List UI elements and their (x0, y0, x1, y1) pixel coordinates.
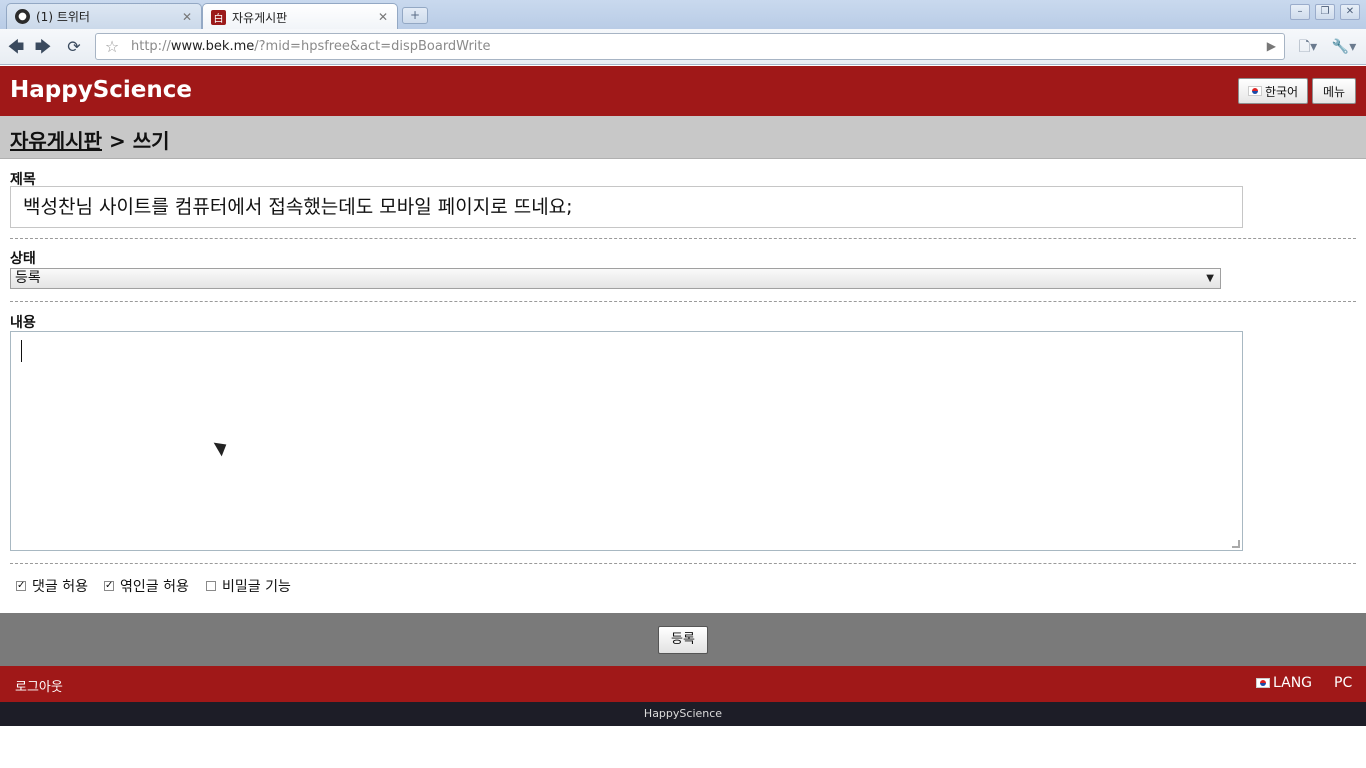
tab-title: (1) 트위터 (36, 10, 90, 24)
copyright-bar: HappyScience (0, 702, 1366, 726)
content-textarea[interactable] (10, 331, 1243, 551)
board-page-icon: 白 (211, 9, 226, 25)
text-caret (21, 340, 22, 362)
breadcrumb-board-link[interactable]: 자유게시판 (10, 129, 102, 153)
breadcrumb-text: 자유게시판 > 쓰기 (10, 125, 170, 154)
language-button[interactable]: 한국어 (1238, 78, 1308, 104)
wrench-menu-icon[interactable]: 🔧▾ (1330, 37, 1358, 57)
submit-bar: 등록 (0, 613, 1366, 666)
lang-link[interactable]: LANG (1256, 675, 1312, 691)
browser-toolbar: 🡄 🡆 ⟳ ☆ http://www.bek.me/?mid=hpsfree&a… (0, 29, 1366, 65)
menu-button-label: 메뉴 (1322, 84, 1346, 99)
minimize-icon: – (1297, 6, 1303, 17)
plus-icon: + (409, 8, 421, 22)
allow-comments-label: 댓글 허용 (32, 579, 88, 595)
status-selected-value: 등록 (15, 270, 41, 286)
tab-title: 자유게시판 (232, 10, 288, 25)
back-arrow-icon: 🡄 (7, 37, 25, 56)
new-tab-button[interactable]: + (402, 7, 428, 24)
allow-trackback-checkbox[interactable]: ✓ (104, 581, 114, 591)
site-title[interactable]: HappyScience (10, 77, 192, 103)
site-header: HappyScience 한국어 메뉴 (0, 66, 1366, 116)
site-footer: 로그아웃 LANG PC (0, 666, 1366, 702)
back-button[interactable]: 🡄 (5, 36, 27, 58)
breadcrumb: 자유게시판 > 쓰기 (0, 116, 1366, 159)
title-input[interactable]: 백성찬님 사이트를 컴퓨터에서 접속했는데도 모바일 페이지로 뜨네요; (10, 186, 1243, 228)
menu-button[interactable]: 메뉴 (1312, 78, 1356, 104)
pc-version-link[interactable]: PC (1334, 675, 1352, 691)
allow-comments-checkbox[interactable]: ✓ (16, 581, 26, 591)
allow-comments-option[interactable]: ✓ 댓글 허용 (16, 576, 88, 596)
status-select[interactable]: 등록 ▼ (10, 268, 1221, 289)
forward-arrow-icon: 🡆 (34, 37, 52, 56)
browser-tab-board[interactable]: 白 자유게시판 ✕ (202, 3, 398, 30)
divider (10, 301, 1356, 302)
address-bar[interactable]: ☆ http://www.bek.me/?mid=hpsfree&act=dis… (95, 33, 1285, 60)
url-host: www.bek.me (170, 39, 255, 54)
divider (10, 563, 1356, 564)
twitter-bird-icon: ● (15, 9, 30, 24)
breadcrumb-separator: > (108, 129, 126, 153)
resize-grip-icon[interactable] (1232, 540, 1240, 548)
lang-label: LANG (1273, 675, 1313, 691)
allow-trackback-option[interactable]: ✓ 엮인글 허용 (104, 576, 189, 596)
reload-icon: ⟳ (67, 37, 81, 56)
korean-flag-icon (1256, 678, 1270, 688)
breadcrumb-current: 쓰기 (132, 129, 170, 153)
logout-link[interactable]: 로그아웃 (15, 676, 63, 695)
reload-button[interactable]: ⟳ (63, 36, 85, 58)
maximize-icon: ❐ (1320, 6, 1330, 17)
close-icon[interactable]: ✕ (375, 10, 391, 24)
browser-tab-bar: ● (1) 트위터 ✕ 白 자유게시판 ✕ + – ❐ ✕ (0, 0, 1366, 30)
status-label: 상태 (10, 251, 36, 267)
bookmark-star-icon[interactable]: ☆ (102, 37, 122, 57)
submit-button[interactable]: 등록 (658, 626, 708, 654)
page-menu-icon[interactable]: 🗋▾ (1294, 37, 1322, 57)
allow-trackback-label: 엮인글 허용 (120, 579, 189, 595)
divider (10, 238, 1356, 239)
close-window-button[interactable]: ✕ (1340, 4, 1360, 20)
dropdown-arrow-icon: ▼ (1206, 273, 1214, 284)
go-arrow-icon[interactable]: ▶ (1267, 39, 1276, 53)
close-icon[interactable]: ✕ (179, 10, 195, 24)
url-text: http://www.bek.me/?mid=hpsfree&act=dispB… (131, 39, 491, 54)
url-path: /?mid=hpsfree&act=dispBoardWrite (254, 39, 491, 54)
secret-post-label: 비밀글 기능 (222, 579, 291, 595)
content-label: 내용 (10, 315, 36, 331)
forward-button[interactable]: 🡆 (32, 36, 54, 58)
secret-post-option[interactable]: 비밀글 기능 (206, 576, 291, 596)
minimize-button[interactable]: – (1290, 4, 1310, 20)
browser-tab-twitter[interactable]: ● (1) 트위터 ✕ (6, 3, 202, 29)
maximize-button[interactable]: ❐ (1315, 4, 1335, 20)
web-page: HappyScience 한국어 메뉴 자유게시판 > 쓰기 제목 백성찬님 사… (0, 66, 1366, 768)
language-button-label: 한국어 (1264, 84, 1299, 99)
korean-flag-icon (1247, 86, 1262, 96)
secret-post-checkbox[interactable] (206, 581, 216, 591)
url-prefix: http:// (131, 39, 171, 54)
close-icon: ✕ (1345, 6, 1355, 17)
